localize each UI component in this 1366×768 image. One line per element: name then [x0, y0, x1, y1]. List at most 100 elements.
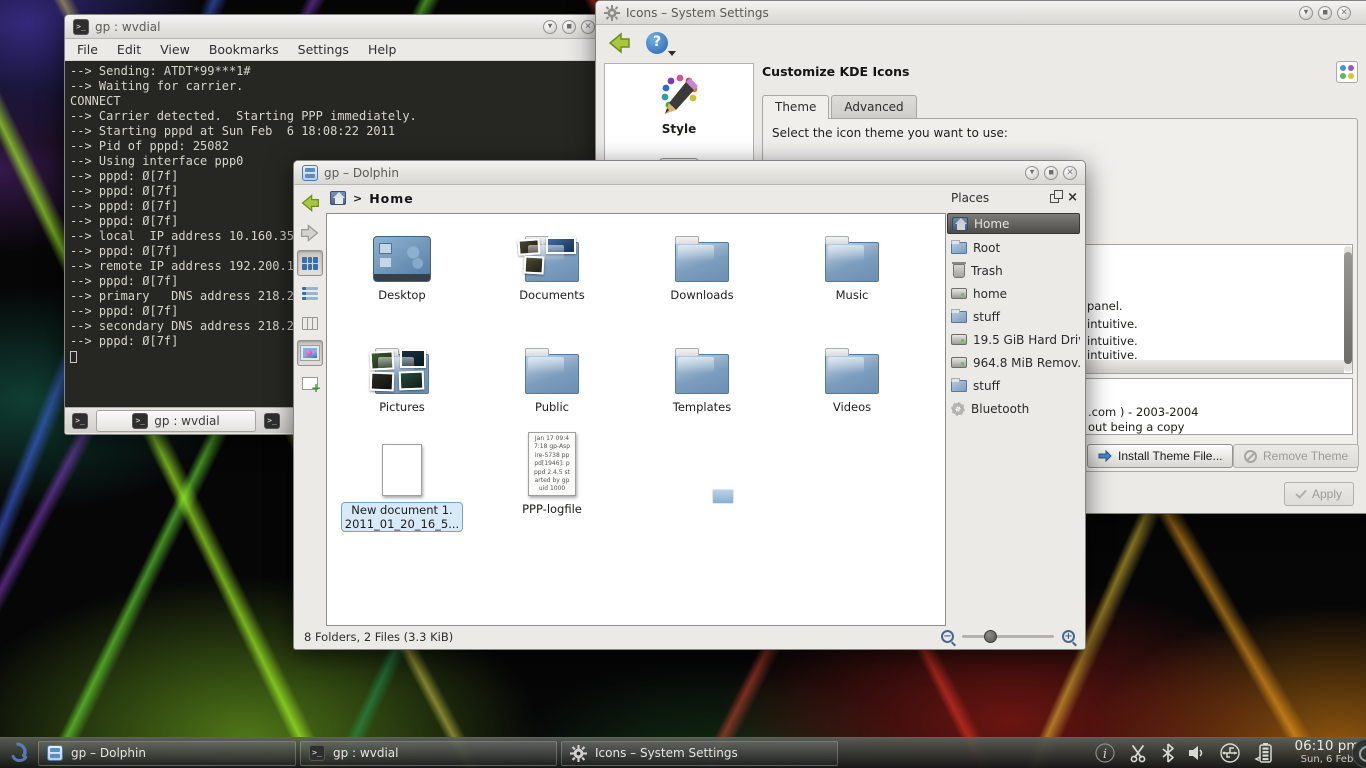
folder-icon	[825, 242, 879, 282]
tab-theme[interactable]: Theme	[762, 95, 829, 119]
minimize-button[interactable]: ▾	[543, 20, 557, 34]
file-item-new-document[interactable]: New document 1. 2011_01_20_16_5...	[332, 432, 472, 532]
breadcrumb-separator: >	[353, 192, 362, 205]
preview-icon	[301, 346, 319, 360]
dolphin-window-title: gp – Dolphin	[324, 166, 399, 180]
sidebar-item-style[interactable]: Style	[605, 64, 753, 136]
place-item-bluetooth[interactable]: Bluetooth	[947, 398, 1080, 419]
columns-view-button[interactable]	[297, 310, 323, 336]
breadcrumb-location[interactable]: Home	[369, 191, 414, 206]
terminal-titlebar[interactable]: >_ gp : wvdial ▾ ▪ ×	[65, 15, 599, 39]
zoom-slider-knob[interactable]	[984, 630, 997, 643]
dolphin-file-view[interactable]: Desktop Documents Downloads Music	[326, 213, 946, 626]
icon-theme-prompt: Select the icon theme you want to use:	[772, 126, 1008, 140]
place-item-removable[interactable]: 964.8 MiB Remov...	[947, 352, 1080, 373]
system-tray: i	[1095, 742, 1274, 764]
close-button[interactable]: ×	[581, 20, 595, 34]
minimize-button[interactable]: ▾	[1025, 166, 1039, 180]
menu-settings[interactable]: Settings	[298, 42, 349, 57]
new-tab-button[interactable]: >_	[68, 411, 92, 431]
help-button[interactable]: ?	[646, 32, 668, 54]
tab-advanced[interactable]: Advanced	[831, 95, 916, 118]
folder-item-templates[interactable]: Templates	[632, 336, 772, 414]
menu-bookmarks[interactable]: Bookmarks	[209, 42, 279, 57]
forward-button[interactable]	[297, 220, 323, 246]
battery-icon[interactable]	[1254, 742, 1274, 764]
app-launcher-button[interactable]	[0, 739, 36, 767]
zoom-out-icon[interactable]: −	[941, 630, 954, 643]
apply-button[interactable]: Apply	[1284, 482, 1354, 506]
folder-item-pictures[interactable]: Pictures	[332, 336, 472, 414]
menu-view[interactable]: View	[160, 42, 190, 57]
place-item-home[interactable]: Home	[947, 213, 1080, 234]
maximize-button[interactable]: ▪	[1318, 6, 1332, 20]
place-item-hard-drive[interactable]: 19.5 GiB Hard Drive	[947, 329, 1080, 350]
place-item-trash[interactable]: Trash	[947, 260, 1080, 281]
place-item-root[interactable]: Root	[947, 237, 1080, 258]
documents-folder-icon	[525, 242, 579, 282]
menu-help[interactable]: Help	[368, 42, 397, 57]
menu-file[interactable]: File	[77, 42, 98, 57]
terminal-tab-active[interactable]: >_ gp : wvdial	[96, 410, 256, 432]
bluetooth-icon[interactable]	[1161, 743, 1175, 763]
folder-icon	[675, 354, 729, 394]
back-button[interactable]	[297, 190, 323, 216]
task-wvdial[interactable]: >_ gp : wvdial	[300, 741, 557, 766]
icons-module-icon	[1336, 61, 1358, 83]
maximize-button[interactable]: ▪	[562, 20, 576, 34]
usb-device-notifier-icon[interactable]	[1219, 743, 1241, 763]
folder-icon	[951, 380, 967, 392]
folder-item-videos[interactable]: Videos	[782, 336, 922, 414]
close-button[interactable]: ×	[1063, 166, 1077, 180]
info-icon[interactable]: i	[1095, 743, 1115, 763]
task-system-settings[interactable]: Icons – System Settings	[561, 741, 838, 766]
columns-view-icon	[302, 317, 318, 330]
icons-view-button[interactable]	[297, 250, 323, 276]
svg-text:i: i	[1103, 747, 1107, 762]
preview-button[interactable]	[297, 340, 323, 366]
install-theme-button[interactable]: Install Theme File...	[1087, 444, 1233, 468]
folder-item-desktop[interactable]: Desktop	[332, 224, 472, 302]
selected-file-label: New document 1. 2011_01_20_16_5...	[341, 502, 463, 532]
folder-item-music[interactable]: Music	[782, 224, 922, 302]
dolphin-titlebar[interactable]: gp – Dolphin ▾ ▪ ×	[294, 161, 1085, 185]
maximize-button[interactable]: ▪	[1044, 166, 1058, 180]
file-item-ppp-logfile[interactable]: Jan 17 09:4 7:18 gp-Asp ire-5738 pp pd[1…	[482, 432, 622, 516]
place-item-home-partition[interactable]: home	[947, 283, 1080, 304]
folder-item-downloads[interactable]: Downloads	[632, 224, 772, 302]
trash-icon	[953, 264, 965, 278]
terminal-line: --> Carrier detected. Starting PPP immed…	[70, 109, 594, 124]
home-icon[interactable]	[330, 191, 346, 205]
details-view-icon	[302, 287, 318, 300]
terminal-menubar: File Edit View Bookmarks Settings Help	[65, 39, 599, 61]
place-item-stuff[interactable]: stuff	[947, 306, 1080, 327]
close-panel-icon[interactable]: ×	[1067, 193, 1078, 203]
details-view-button[interactable]	[297, 280, 323, 306]
place-item-stuff-2[interactable]: stuff	[947, 375, 1080, 396]
theme-list-text: panel.	[1087, 299, 1123, 313]
zoom-in-icon[interactable]: +	[1062, 630, 1075, 643]
task-dolphin[interactable]: gp – Dolphin	[38, 741, 296, 766]
klipper-scissors-icon[interactable]	[1128, 743, 1148, 763]
theme-list-text: intuitive.	[1087, 317, 1138, 331]
float-panel-icon[interactable]	[1050, 194, 1059, 203]
folder-icon	[951, 311, 967, 323]
minimize-button[interactable]: ▾	[1299, 6, 1313, 20]
folder-item-public[interactable]: Public	[482, 336, 622, 414]
taskbar: gp – Dolphin >_ gp : wvdial Icons – Syst…	[0, 737, 1366, 768]
settings-heading: Customize KDE Icons	[762, 64, 909, 79]
settings-titlebar[interactable]: Icons – System Settings ▾ ▪ ×	[596, 1, 1366, 25]
back-button[interactable]	[606, 31, 632, 55]
volume-icon[interactable]	[1188, 744, 1206, 762]
folder-icon	[675, 242, 729, 282]
places-panel-title: Places	[951, 191, 989, 205]
zoom-slider[interactable]	[962, 635, 1054, 638]
tab-list-button[interactable]: >_	[260, 411, 284, 431]
settings-toolbar: ?	[596, 25, 1366, 61]
close-button[interactable]: ×	[1337, 6, 1351, 20]
folder-item-documents[interactable]: Documents	[482, 224, 622, 302]
split-view-button[interactable]	[297, 370, 323, 396]
theme-list-scrollbar[interactable]	[1344, 246, 1352, 372]
remove-theme-button[interactable]: Remove Theme	[1233, 444, 1359, 468]
menu-edit[interactable]: Edit	[117, 42, 141, 57]
